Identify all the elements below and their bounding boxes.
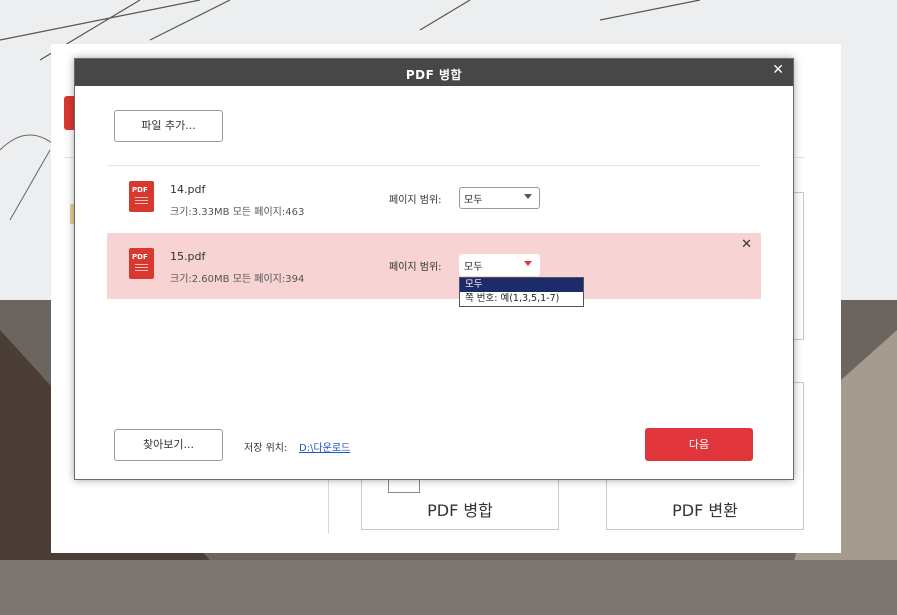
add-file-button[interactable]: 파일 추가...: [114, 110, 223, 142]
convert-pdf-card-label: PDF 변환: [672, 501, 738, 520]
page-range-value: 모두: [464, 195, 483, 206]
save-location-link[interactable]: D:\다운로드: [299, 439, 350, 454]
file-name: 14.pdf: [170, 183, 206, 196]
merge-doc-icon: [388, 478, 420, 493]
browse-button[interactable]: 찾아보기...: [114, 429, 223, 461]
dropdown-option-page-numbers[interactable]: 쪽 번호: 예(1,3,5,1-7): [460, 292, 583, 306]
file-row-selected[interactable]: PDF 15.pdf 크기:2.60MB 모든 페이지:394 페이지 범위: …: [107, 233, 761, 299]
dropdown-option-all[interactable]: 모두: [460, 278, 583, 292]
page-range-select[interactable]: 모두: [459, 254, 540, 276]
merge-pdf-card-label: PDF 병합: [427, 501, 493, 520]
next-button[interactable]: 다음: [645, 428, 753, 461]
page-range-dropdown: 모두 쪽 번호: 예(1,3,5,1-7): [459, 277, 584, 307]
dialog-title: PDF 병합: [405, 68, 463, 82]
page-range-label: 페이지 범위:: [389, 262, 442, 273]
page-range-select[interactable]: 모두: [459, 187, 540, 209]
file-info: 크기:3.33MB 모든 페이지:463: [170, 207, 305, 218]
app-vertical-divider: [328, 479, 329, 534]
file-row[interactable]: PDF 14.pdf 크기:3.33MB 모든 페이지:463 페이지 범위: …: [107, 166, 761, 232]
file-info: 크기:2.60MB 모든 페이지:394: [170, 274, 305, 285]
dialog-titlebar: PDF 병합 ✕: [75, 59, 793, 86]
chevron-down-icon: [524, 194, 532, 199]
pdf-file-icon: PDF: [129, 181, 154, 212]
chevron-down-icon: [524, 261, 532, 266]
page-range-label: 페이지 범위:: [389, 195, 442, 206]
merge-dialog: PDF 병합 ✕ 파일 추가... PDF 14.pdf 크기:3.33MB 모…: [74, 58, 794, 480]
save-location-label: 저장 위치:: [244, 443, 288, 454]
remove-file-icon[interactable]: ✕: [741, 237, 752, 252]
pdf-file-icon: PDF: [129, 248, 154, 279]
file-name: 15.pdf: [170, 250, 206, 263]
page-range-value: 모두: [464, 262, 483, 273]
close-icon[interactable]: ✕: [772, 62, 784, 78]
